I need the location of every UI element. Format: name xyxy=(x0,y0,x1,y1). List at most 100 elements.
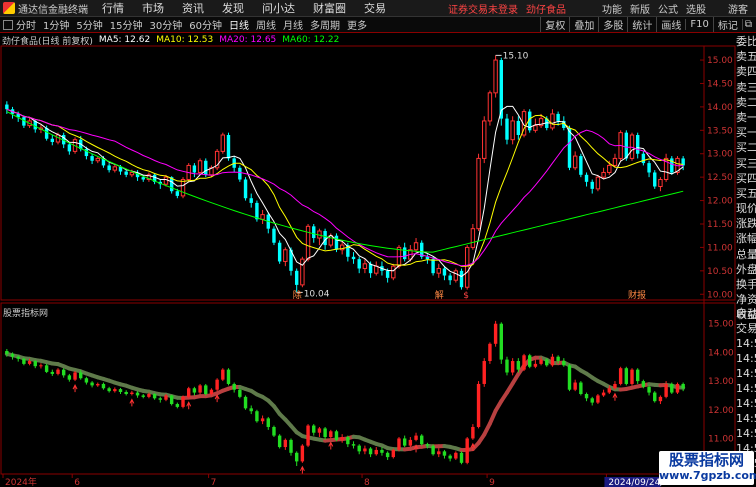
trend-band-segment xyxy=(351,434,362,440)
period-1min[interactable]: 1分钟 xyxy=(43,17,69,32)
period-60min[interactable]: 60分钟 xyxy=(189,17,222,32)
period-30min[interactable]: 30分钟 xyxy=(149,17,182,32)
candle-body xyxy=(545,118,549,128)
period-multi[interactable]: 多周期 xyxy=(310,17,340,32)
candle-body xyxy=(681,158,685,166)
indicator-body xyxy=(329,431,333,438)
indicator-body xyxy=(414,435,418,440)
indicator-body xyxy=(294,452,299,462)
menu-ask[interactable]: 问小达 xyxy=(262,0,295,16)
candle-body xyxy=(67,144,72,152)
candle-body xyxy=(420,242,424,257)
trend-band-segment xyxy=(311,436,322,442)
period-daily[interactable]: 日线 xyxy=(229,17,249,32)
indicator-body xyxy=(471,426,475,439)
indicator-body xyxy=(596,395,600,403)
menu-new-version[interactable]: 新版 xyxy=(630,1,650,16)
buy-arrow-icon xyxy=(214,394,220,403)
menu-market[interactable]: 市场 xyxy=(142,0,164,16)
candle-body xyxy=(180,178,186,197)
indicator-body xyxy=(334,431,339,440)
menu-functions[interactable]: 功能 xyxy=(602,1,622,16)
period-monthly[interactable]: 月线 xyxy=(283,17,303,32)
menu-wealth[interactable]: 财富圈 xyxy=(313,0,346,16)
axes: 15.00 14.50 14.00 13.50 13.00 12.50 12.00 11.50… xyxy=(0,45,736,487)
indicator-body xyxy=(601,392,606,396)
app-logo-icon xyxy=(3,2,15,14)
candle-body xyxy=(612,157,618,166)
trend-band-segment xyxy=(300,434,311,440)
indicator-body xyxy=(141,395,145,397)
tool-adjust[interactable]: 复权 xyxy=(540,17,569,32)
indicator-body xyxy=(67,375,72,380)
indicator-body xyxy=(539,359,543,364)
trend-band-segment xyxy=(237,384,248,391)
tool-multi-stock[interactable]: 多股 xyxy=(598,17,627,32)
time-tick-label: 7 xyxy=(211,478,217,487)
layout-toggle-icon[interactable] xyxy=(3,19,13,30)
candle-body xyxy=(635,134,640,154)
period-15min[interactable]: 15分钟 xyxy=(110,17,143,32)
indicator-body xyxy=(459,452,464,463)
tool-f10[interactable]: F10 xyxy=(685,19,712,30)
indicator-body xyxy=(312,425,316,433)
candle-body xyxy=(129,171,135,176)
indicator-body xyxy=(56,369,60,374)
indicator-body xyxy=(380,449,384,453)
indicator-body xyxy=(198,385,202,393)
trend-band-segment xyxy=(516,363,527,377)
indicator-body xyxy=(488,343,492,362)
window-toggle-icon[interactable]: ⧉ xyxy=(741,19,754,30)
indicator-body xyxy=(351,444,356,446)
trend-band-segment xyxy=(112,380,123,387)
indicator-body xyxy=(10,353,15,357)
candle-body xyxy=(516,120,521,135)
candle-body xyxy=(595,176,601,190)
menu-discover[interactable]: 发现 xyxy=(222,0,244,16)
candle-body xyxy=(380,266,384,271)
candle-body xyxy=(232,158,236,168)
trend-band-segment xyxy=(499,390,509,404)
period-intraday[interactable]: 分时 xyxy=(16,17,36,32)
indicator-body xyxy=(522,355,526,370)
candle-body xyxy=(487,92,493,122)
tool-overlay[interactable]: 叠加 xyxy=(569,17,598,32)
menu-quotes[interactable]: 行情 xyxy=(102,0,124,16)
app-title: 通达信金融终端 xyxy=(18,4,88,16)
main-price-panel: 15.10 10.04除 解 $ 财报 xyxy=(5,51,685,301)
event-marker: 解 xyxy=(435,289,444,301)
time-tick-label: 6 xyxy=(74,478,80,487)
indicator-body xyxy=(482,361,486,384)
indicator-body xyxy=(391,449,396,458)
low-label: 10.04 xyxy=(304,289,330,299)
trend-band-segment xyxy=(465,447,475,452)
tool-mark[interactable]: 标记 xyxy=(712,17,742,32)
period-more[interactable]: 更多 xyxy=(347,17,367,32)
indicator-body xyxy=(50,371,55,374)
period-weekly[interactable]: 周线 xyxy=(256,17,276,32)
menu-news[interactable]: 资讯 xyxy=(182,0,204,16)
kline-chart[interactable]: 15.10 10.04除 解 $ 财报 15.00 14.50 14.00 13.50 13.0… xyxy=(0,0,756,487)
trade-item-0[interactable]: 自动 xyxy=(736,306,756,321)
candle-body xyxy=(442,268,447,276)
menu-formula[interactable]: 公式 xyxy=(658,1,678,16)
sidebar-item-13: 涨幅 xyxy=(736,232,756,246)
indicator-body xyxy=(221,369,225,380)
tool-stats[interactable]: 统计 xyxy=(627,17,656,32)
trend-band-segment xyxy=(647,382,657,387)
main-panel-frame xyxy=(0,45,736,301)
menu-guest[interactable]: 游客 xyxy=(728,1,748,16)
menu-stock-picker[interactable]: 选股 xyxy=(686,1,706,16)
menu-trade[interactable]: 交易 xyxy=(364,0,386,16)
trend-band-segment xyxy=(107,378,117,385)
candle-body xyxy=(169,177,174,192)
tool-draw[interactable]: 画线 xyxy=(656,17,685,32)
indicator-body xyxy=(437,451,441,455)
trade-login-alert[interactable]: 证券交易未登录 xyxy=(448,1,518,16)
buy-arrow-icon xyxy=(413,444,419,453)
indicator-body xyxy=(664,383,668,397)
buy-arrow-icon xyxy=(612,392,618,401)
period-5min[interactable]: 5分钟 xyxy=(76,17,102,32)
candle-body xyxy=(629,134,635,159)
indicator-body xyxy=(164,395,168,400)
